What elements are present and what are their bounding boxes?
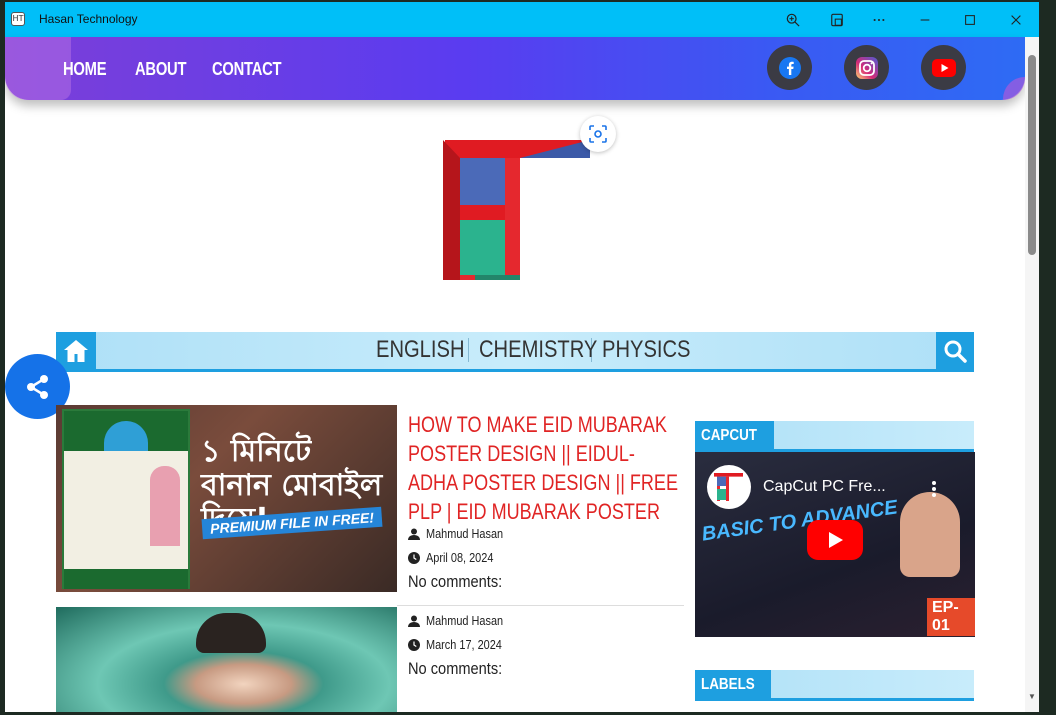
comments-link[interactable]: No comments: bbox=[408, 659, 502, 679]
user-icon bbox=[408, 615, 420, 627]
category-chemistry[interactable]: CHEMISTRY bbox=[479, 336, 597, 364]
video-title[interactable]: CapCut PC Fre... bbox=[763, 478, 886, 496]
user-icon bbox=[408, 528, 420, 540]
nav-about-link[interactable]: ABOUT bbox=[135, 59, 198, 80]
instagram-icon[interactable] bbox=[844, 45, 889, 90]
nav-home-link[interactable]: HOME bbox=[63, 59, 122, 80]
divider bbox=[468, 338, 469, 362]
site-logo[interactable] bbox=[435, 130, 605, 290]
sidebar-heading-label: LABELS bbox=[695, 670, 771, 698]
category-physics[interactable]: PHYSICS bbox=[602, 336, 691, 364]
search-icon[interactable] bbox=[936, 332, 974, 369]
more-options-icon[interactable] bbox=[857, 2, 901, 37]
close-icon[interactable] bbox=[994, 2, 1038, 37]
post-thumbnail[interactable]: ১ মিনিটে বানান মোবাইল দিয়ে! PREMIUM FIL… bbox=[56, 405, 397, 592]
nav-decoration bbox=[1003, 77, 1025, 100]
maximize-icon[interactable] bbox=[948, 2, 992, 37]
youtube-icon[interactable] bbox=[921, 45, 966, 90]
post-date: March 17, 2024 bbox=[408, 637, 516, 652]
browser-window: HT Hasan Technology HOME ABOUT CONTACT E… bbox=[5, 2, 1039, 712]
home-icon[interactable] bbox=[56, 332, 96, 369]
post-date: April 08, 2024 bbox=[408, 550, 506, 565]
author-name[interactable]: Mahmud Hasan bbox=[426, 613, 503, 628]
post-author: Mahmud Hasan bbox=[408, 613, 518, 628]
thumbnail-poster bbox=[62, 409, 190, 589]
scroll-down-icon[interactable]: ▼ bbox=[1028, 692, 1036, 701]
post-title[interactable]: HOW TO MAKE EID MUBARAK POSTER DESIGN ||… bbox=[408, 410, 679, 526]
category-links: ENGLISH CHEMISTRY PHYSICS bbox=[376, 336, 692, 364]
facebook-icon[interactable] bbox=[767, 45, 812, 90]
share-icon bbox=[26, 374, 48, 399]
comments-link[interactable]: No comments: bbox=[408, 572, 502, 592]
sidebar-capcut-heading: CAPCUT bbox=[695, 421, 974, 452]
zoom-icon[interactable] bbox=[771, 2, 815, 37]
clock-icon bbox=[408, 551, 420, 564]
video-menu-icon[interactable] bbox=[931, 480, 937, 503]
youtube-video-embed[interactable]: BASIC TO ADVANCE EP-01 CapCut PC Fre... bbox=[695, 452, 975, 637]
category-english[interactable]: ENGLISH bbox=[376, 336, 465, 364]
visual-search-icon[interactable] bbox=[580, 116, 616, 152]
clock-icon bbox=[408, 638, 420, 651]
date-text[interactable]: April 08, 2024 bbox=[426, 550, 493, 565]
scrollbar-thumb[interactable] bbox=[1028, 55, 1036, 255]
play-icon[interactable] bbox=[807, 520, 863, 560]
divider bbox=[397, 605, 684, 606]
app-icon: HT bbox=[11, 12, 25, 26]
thumbnail-bengali-text: ১ মিনিটে বানান মোবাইল দিয়ে! bbox=[201, 434, 383, 537]
minimize-icon[interactable] bbox=[903, 2, 947, 37]
channel-avatar[interactable] bbox=[707, 465, 751, 509]
cast-icon[interactable] bbox=[815, 2, 859, 37]
nav-links: HOME ABOUT CONTACT bbox=[63, 59, 302, 80]
site-navbar: HOME ABOUT CONTACT bbox=[5, 37, 1025, 100]
nav-contact-link[interactable]: CONTACT bbox=[212, 59, 286, 80]
sidebar-heading-label: CAPCUT bbox=[695, 421, 774, 449]
nav-decoration bbox=[5, 37, 71, 100]
post-author: Mahmud Hasan bbox=[408, 526, 518, 541]
category-bar: ENGLISH CHEMISTRY PHYSICS bbox=[56, 332, 974, 372]
episode-badge: EP-01 bbox=[927, 598, 975, 636]
author-name[interactable]: Mahmud Hasan bbox=[426, 526, 503, 541]
title-bar: HT Hasan Technology bbox=[5, 2, 1039, 37]
page-scrollbar[interactable]: ▼ bbox=[1025, 37, 1039, 712]
window-title: Hasan Technology bbox=[39, 12, 138, 26]
post-thumbnail[interactable] bbox=[56, 607, 397, 712]
date-text[interactable]: March 17, 2024 bbox=[426, 637, 502, 652]
sidebar-labels-heading: LABELS bbox=[695, 670, 974, 701]
